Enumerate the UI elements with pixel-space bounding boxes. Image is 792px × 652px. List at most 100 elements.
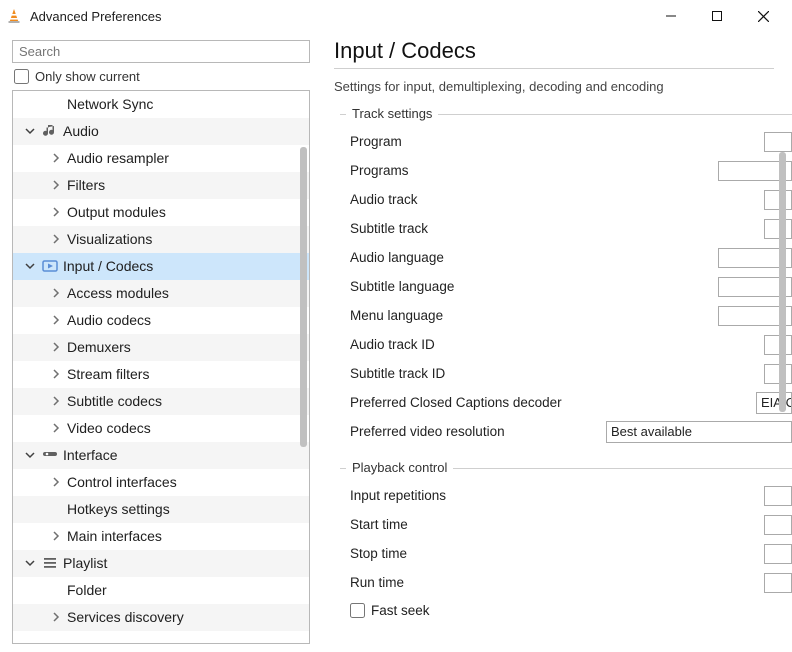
tree-item-label: Interface [63,447,117,463]
select-cc-decoder[interactable]: EIA/CE [756,392,792,414]
group-title-track: Track settings [346,106,438,121]
only-show-current-checkbox[interactable] [14,69,29,84]
tree-item[interactable]: Services discovery [13,604,309,631]
chevron-down-icon[interactable] [23,261,37,271]
tree-item-label: Output modules [67,204,166,220]
label-stop-time: Stop time [350,546,764,561]
tree-item-label: Stream filters [67,366,149,382]
label-audio-track: Audio track [350,192,764,207]
tree-item-label: Demuxers [67,339,131,355]
input-subtitle-track-id[interactable] [764,364,792,384]
page-subtitle: Settings for input, demultiplexing, deco… [334,79,792,94]
audio-icon [41,122,59,140]
label-subtitle-track: Subtitle track [350,221,764,236]
chevron-right-icon[interactable] [49,288,63,298]
label-subtitle-track-id: Subtitle track ID [350,366,764,381]
chevron-right-icon[interactable] [49,477,63,487]
tree-item[interactable]: Input / Codecs [13,253,309,280]
tree-item-label: Subtitle codecs [67,393,162,409]
tree-item[interactable]: Network Sync [13,91,309,118]
tree-item-label: Playlist [63,555,107,571]
chevron-right-icon[interactable] [49,315,63,325]
tree-item[interactable]: Audio resampler [13,145,309,172]
settings-panel: Input / Codecs Settings for input, demul… [318,32,792,652]
tree-item-label: Audio codecs [67,312,151,328]
tree-item-label: Access modules [67,285,169,301]
titlebar: Advanced Preferences [0,0,792,32]
input-stop-time[interactable] [764,544,792,564]
tree-scrollbar[interactable] [300,147,307,447]
tree-item[interactable]: Folder [13,577,309,604]
chevron-right-icon[interactable] [49,531,63,541]
tree-item[interactable]: Stream filters [13,361,309,388]
checkbox-fast-seek[interactable] [350,603,365,618]
tree-item-label: Services discovery [67,609,184,625]
group-playback-control: Playback control Input repetitions Start… [334,460,792,623]
label-audio-language: Audio language [350,250,718,265]
chevron-down-icon[interactable] [23,558,37,568]
chevron-down-icon[interactable] [23,450,37,460]
iface-icon [41,446,59,464]
chevron-right-icon[interactable] [49,207,63,217]
tree-item[interactable]: Output modules [13,199,309,226]
chevron-down-icon[interactable] [23,126,37,136]
label-input-repetitions: Input repetitions [350,488,764,503]
chevron-right-icon[interactable] [49,342,63,352]
select-video-res[interactable]: Best available [606,421,792,443]
tree-item[interactable]: Access modules [13,280,309,307]
label-audio-track-id: Audio track ID [350,337,764,352]
tree-item-label: Main interfaces [67,528,162,544]
only-show-current-label: Only show current [35,69,140,84]
input-subtitle-track[interactable] [764,219,792,239]
tree-item[interactable]: Hotkeys settings [13,496,309,523]
label-run-time: Run time [350,575,764,590]
tree-item[interactable]: Audio [13,118,309,145]
chevron-right-icon[interactable] [49,180,63,190]
plist-icon [41,554,59,572]
tree-item-label: Visualizations [67,231,152,247]
minimize-button[interactable] [648,0,694,32]
tree-item[interactable]: Subtitle codecs [13,388,309,415]
chevron-right-icon[interactable] [49,423,63,433]
page-title: Input / Codecs [334,38,774,69]
tree-item[interactable]: Demuxers [13,334,309,361]
input-start-time[interactable] [764,515,792,535]
search-input[interactable] [12,40,310,63]
input-program[interactable] [764,132,792,152]
chevron-right-icon[interactable] [49,234,63,244]
only-show-current[interactable]: Only show current [12,69,318,84]
input-audio-track[interactable] [764,190,792,210]
tree-item-label: Audio [63,123,99,139]
tree-item[interactable]: Control interfaces [13,469,309,496]
group-title-playback: Playback control [346,460,453,475]
tree-item-label: Audio resampler [67,150,169,166]
tree-item-label: Hotkeys settings [67,501,170,517]
label-programs: Programs [350,163,718,178]
label-start-time: Start time [350,517,764,532]
input-repetitions[interactable] [764,486,792,506]
chevron-right-icon[interactable] [49,369,63,379]
tree-item[interactable]: Visualizations [13,226,309,253]
sidebar: Only show current Network Sync Audio Audio… [0,32,318,652]
maximize-button[interactable] [694,0,740,32]
tree-item-label: Control interfaces [67,474,177,490]
label-cc-decoder: Preferred Closed Captions decoder [350,395,756,410]
tree-item[interactable]: Filters [13,172,309,199]
tree-item[interactable]: Audio codecs [13,307,309,334]
chevron-right-icon[interactable] [49,612,63,622]
panel-scrollbar[interactable] [779,152,786,412]
vlc-cone-icon [6,8,22,24]
close-button[interactable] [740,0,786,32]
tree-item[interactable]: Interface [13,442,309,469]
chevron-right-icon[interactable] [49,396,63,406]
tree-item[interactable]: Video codecs [13,415,309,442]
label-video-res: Preferred video resolution [350,424,606,439]
input-audio-track-id[interactable] [764,335,792,355]
input-run-time[interactable] [764,573,792,593]
tree-item[interactable]: Playlist [13,550,309,577]
chevron-right-icon[interactable] [49,153,63,163]
label-program: Program [350,134,764,149]
tree-item[interactable]: Main interfaces [13,523,309,550]
label-menu-language: Menu language [350,308,718,323]
tree-item-label: Input / Codecs [63,258,153,274]
